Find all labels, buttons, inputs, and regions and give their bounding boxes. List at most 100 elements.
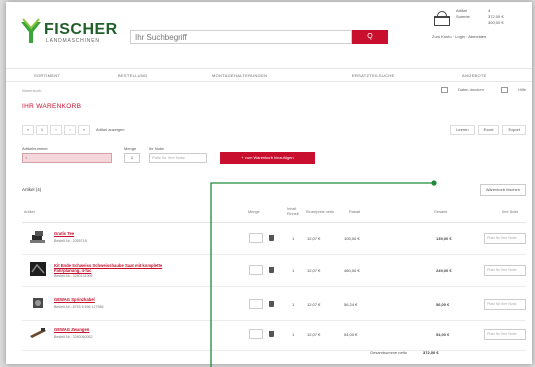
product-thumbnail[interactable]	[30, 230, 46, 244]
table-row: Gratis Tee Bestell-Nr.: 2055718 1 12,07 …	[22, 224, 526, 255]
product-name-link[interactable]: Kit Ende Schweiss Schweisshaube Saat mit…	[54, 263, 184, 273]
mini-cart[interactable]: Artikel 4 Summe 372,00 € 300,00 € Zum Kont…	[432, 8, 528, 42]
help-icon	[500, 87, 508, 93]
col-total: Gesamt	[434, 210, 448, 214]
product-name-link[interactable]: GEWAG Zwangen	[54, 327, 184, 332]
article-number-input[interactable]: 1	[22, 153, 112, 163]
table-header: Artikel Menge Inhalt Einheit Einzelpreis…	[22, 202, 526, 223]
search-input[interactable]	[130, 30, 352, 44]
unit-value: 1	[292, 236, 295, 241]
account-links[interactable]: Zum Konto · Login · Abmelden	[432, 34, 486, 39]
note-field[interactable]: Platz für Ihre Notiz	[484, 329, 526, 340]
product-name-link[interactable]: GEWAG Sprinzkabel	[54, 297, 184, 302]
page-title: IHR WARENKORB	[22, 103, 82, 110]
breadcrumb[interactable]: Warenkorb	[22, 88, 41, 93]
discount-value: 56,24 €	[344, 302, 358, 307]
note-field[interactable]: Platz für Ihre Notiz	[484, 233, 526, 244]
pager-text: Artikel anzeigen	[96, 127, 125, 132]
unit-price: 12,07 €	[307, 332, 321, 337]
pager-next[interactable]: ›	[64, 125, 76, 135]
col-discount: Rabatt	[349, 210, 361, 214]
print-icon	[440, 87, 448, 93]
product-thumbnail[interactable]	[30, 262, 46, 276]
col-unit: Inhalt Einheit	[287, 207, 299, 216]
unit-value: 1	[292, 268, 295, 273]
pager-first[interactable]: «	[22, 125, 34, 135]
mini-cart-summary: Artikel 4 Summe 372,00 € 300,00 €	[456, 8, 520, 26]
pagination: «1 ‹ ›» Artikel anzeigen	[22, 125, 128, 135]
quantity-input[interactable]	[249, 299, 263, 309]
table-row: GEWAG Sprinzkabel Bestell-Nr.: 8793 6 59…	[22, 290, 526, 321]
pager-last[interactable]: »	[78, 125, 90, 135]
pager-page[interactable]: 1	[36, 125, 48, 135]
unit-price: 12,07 €	[307, 236, 321, 241]
note-input[interactable]: Platz für Ihre Notiz	[149, 153, 207, 163]
table-row: Kit Ende Schweiss Schweisshaube Saat mit…	[22, 256, 526, 287]
excel-button[interactable]: Excel	[477, 125, 500, 135]
line-total: 139,00 €	[436, 236, 452, 241]
quantity-input[interactable]: 1	[124, 153, 140, 163]
line-total: 56,00 €	[436, 302, 450, 307]
unit-price: 12,07 €	[307, 302, 321, 307]
trash-icon[interactable]	[269, 267, 274, 273]
total-label: Gesamtsumme netto	[370, 350, 408, 355]
logo-leaf-icon	[21, 18, 41, 43]
product-name-link[interactable]: Gratis Tee	[54, 231, 184, 236]
search-button[interactable]: Q	[352, 30, 388, 44]
trash-icon[interactable]	[269, 301, 274, 307]
line-total: 54,00 €	[436, 332, 450, 337]
print-link[interactable]: Daten drucken	[433, 87, 484, 93]
quantity-input[interactable]	[249, 265, 263, 275]
unit-price: 12,07 €	[307, 268, 321, 273]
help-link[interactable]: Hilfe	[493, 87, 526, 93]
line-total: 249,00 €	[436, 268, 452, 273]
unit-value: 1	[292, 332, 295, 337]
col-unit-price: Einzelpreis netto	[306, 210, 335, 214]
basket-icon[interactable]	[432, 10, 452, 28]
cart-actions: Leeren Excel Export	[447, 125, 526, 135]
unit-value: 1	[292, 302, 295, 307]
product-number: Bestell-Nr.: 2055718	[54, 239, 87, 243]
discount-value: 105,00 €	[344, 236, 360, 241]
logo-subtitle: LANDMASCHINEN	[46, 38, 100, 44]
header: FISCHER LANDMASCHINEN Q Artikel4 Summe37…	[6, 2, 532, 68]
nav-item-sortiment[interactable]: SORTIMENT	[34, 73, 60, 78]
note-field[interactable]: Platz für Ihre Notiz	[484, 299, 526, 310]
nav-item-angebote[interactable]: ANGEBOTE	[462, 73, 487, 78]
clear-cart-button[interactable]: Leeren	[450, 125, 475, 135]
delete-cart-button[interactable]: Warenkorb löschen	[479, 184, 526, 196]
product-thumbnail[interactable]	[30, 326, 46, 340]
article-number-label: Artikelnummer	[22, 146, 48, 151]
main-nav: SORTIMENT BESTELLUNG MONTAGEHALTERUNGEN …	[6, 68, 532, 82]
product-number: Bestell-Nr.: 3280060052	[54, 335, 93, 339]
item-count: Artikel (4)	[22, 187, 42, 192]
search-icon: Q	[367, 33, 373, 40]
export-button[interactable]: Export	[502, 125, 526, 135]
discount-value: 54,00 €	[344, 332, 358, 337]
col-quantity: Menge	[248, 210, 260, 214]
logo-text[interactable]: FISCHER	[44, 21, 118, 39]
pager-prev[interactable]: ‹	[50, 125, 62, 135]
product-number: Bestell-Nr.: 3280141006	[54, 274, 93, 278]
quantity-input[interactable]	[249, 329, 263, 339]
page-tools: Daten drucken Hilfe	[425, 87, 526, 93]
col-note: Ihre Notiz	[502, 210, 519, 214]
cart-net-value: 300,00 €	[488, 20, 504, 25]
discount-value: 460,00 €	[344, 268, 360, 273]
add-to-cart-button[interactable]: + zum Warenkorb hinzufügen	[220, 152, 315, 164]
quantity-input[interactable]	[249, 233, 263, 243]
note-field[interactable]: Platz für Ihre Notiz	[484, 265, 526, 276]
product-number: Bestell-Nr.: 8793 6 596 127586	[54, 305, 104, 309]
product-thumbnail[interactable]	[30, 296, 46, 310]
trash-icon[interactable]	[269, 235, 274, 241]
table-row: GEWAG Zwangen Bestell-Nr.: 3280060052 1 …	[22, 320, 526, 351]
nav-item-montage[interactable]: MONTAGEHALTERUNGEN	[212, 73, 267, 78]
nav-item-bestellung[interactable]: BESTELLUNG	[118, 73, 147, 78]
col-article: Artikel	[24, 210, 35, 214]
quantity-label: Menge	[124, 146, 137, 151]
trash-icon[interactable]	[269, 331, 274, 337]
nav-item-ersatzteilsuche[interactable]: ERSATZTEILSUCHE	[352, 73, 394, 78]
cart-page: FISCHER LANDMASCHINEN Q Artikel4 Summe37…	[6, 2, 532, 364]
total-value: 372,00 €	[423, 350, 439, 355]
note-label: Ihr Notiz	[149, 146, 164, 151]
